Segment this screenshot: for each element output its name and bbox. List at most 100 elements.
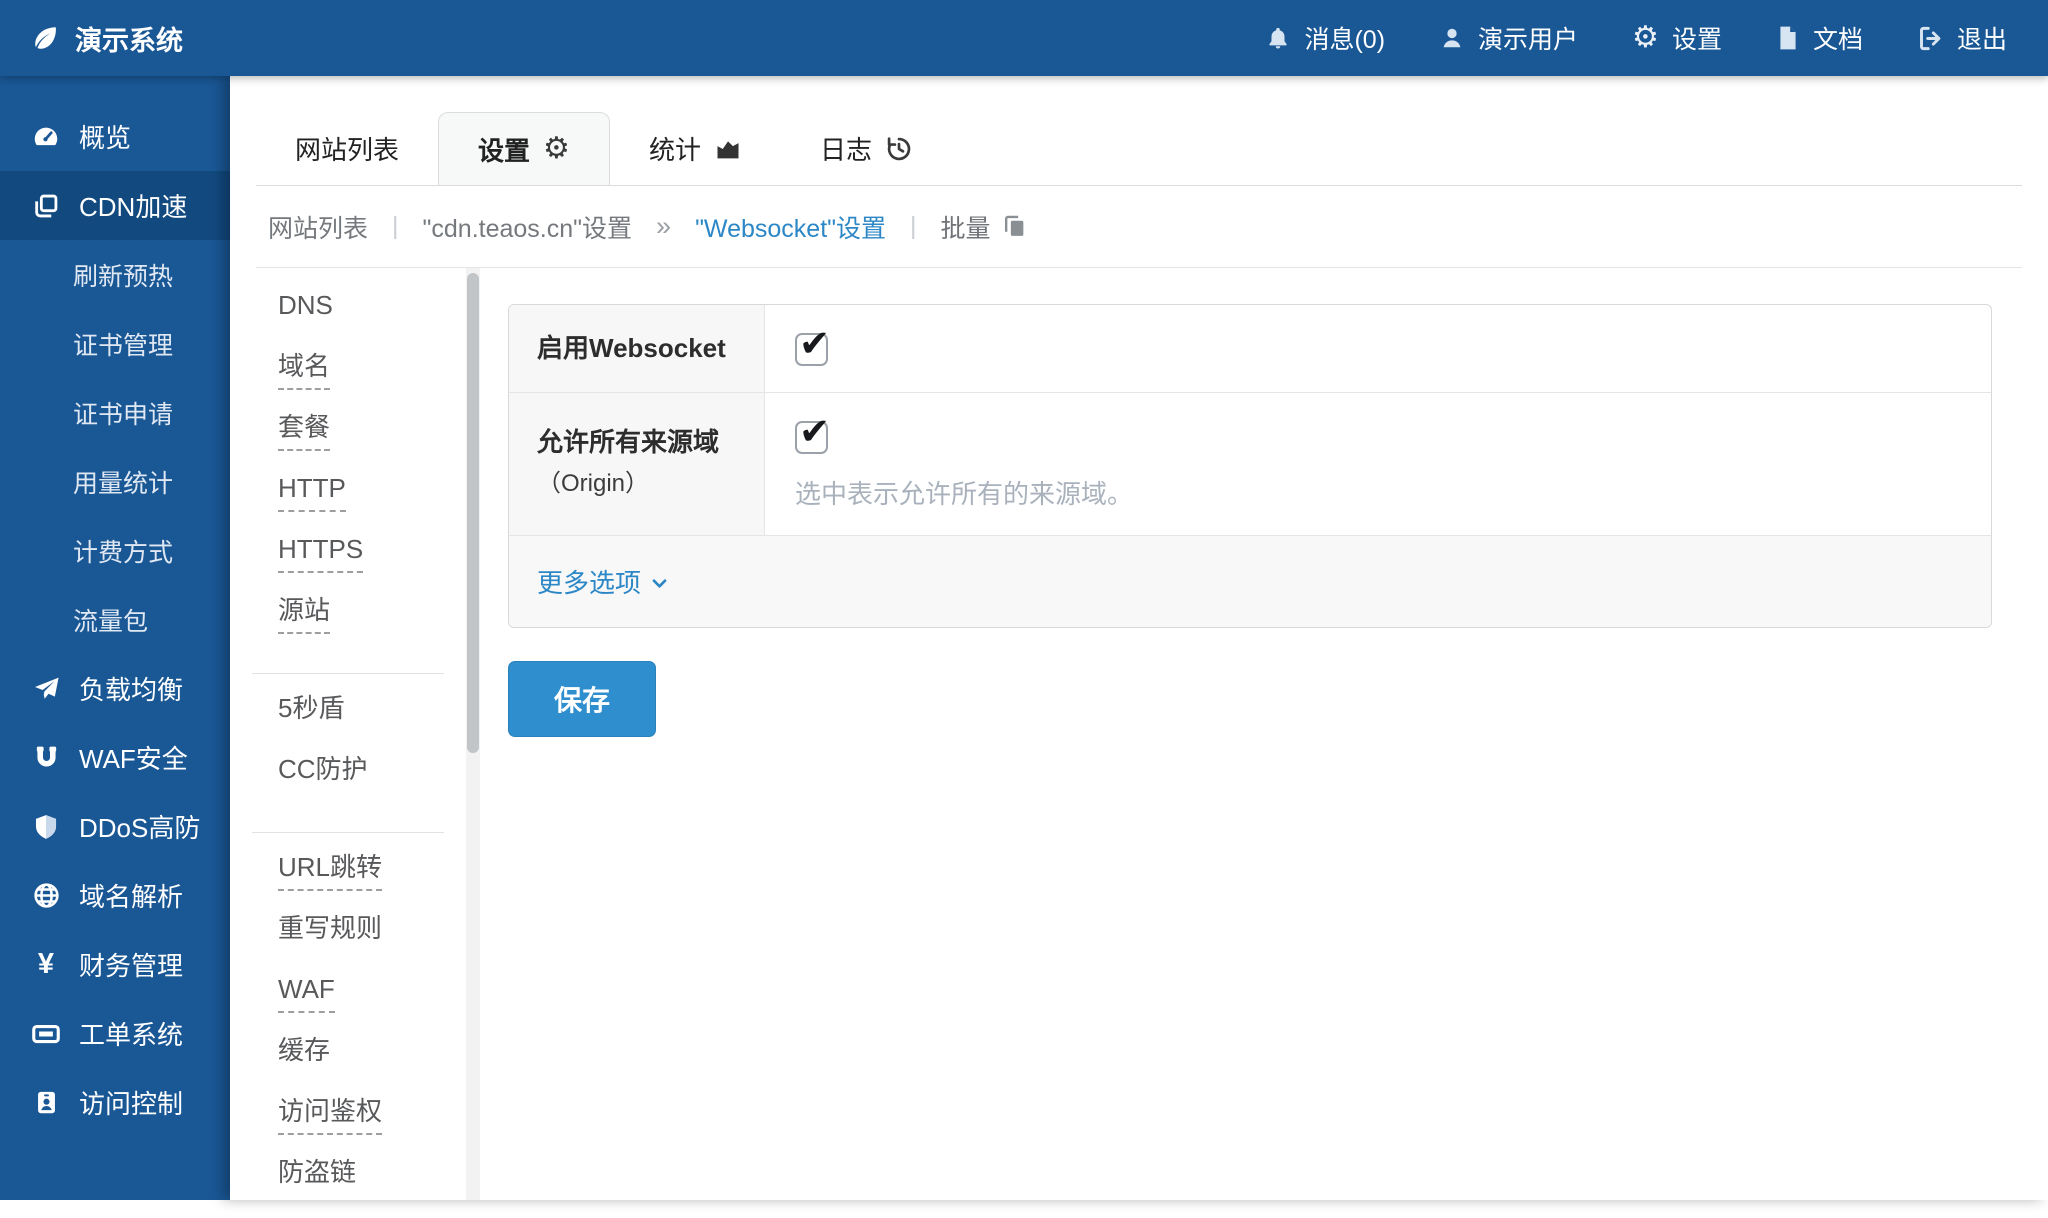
submenu-item-waf[interactable]: WAF <box>230 974 466 1035</box>
yen-icon: ¥ <box>30 948 62 981</box>
submenu-item-domain[interactable]: 域名 <box>230 351 466 412</box>
settings-menu-item[interactable]: ⚙ 设置 <box>1605 0 1749 76</box>
submenu-item-dns[interactable]: DNS <box>230 290 466 351</box>
messages-menu-item[interactable]: 消息(0) <box>1238 0 1412 76</box>
breadcrumb-current[interactable]: "Websocket"设置 <box>695 209 886 245</box>
sidebar-label: 用量统计 <box>73 464 173 500</box>
sidebar-item-dns-resolve[interactable]: 域名解析 <box>0 861 230 930</box>
sidebar-label: 访问控制 <box>79 1084 183 1121</box>
user-menu-item[interactable]: 演示用户 <box>1412 0 1605 76</box>
paper-plane-icon <box>30 674 62 703</box>
submenu-divider <box>252 673 444 674</box>
tab-label: 日志 <box>820 130 872 167</box>
sidebar-item-cert-apply[interactable]: 证书申请 <box>0 378 230 447</box>
scrollbar-thumb[interactable] <box>467 273 479 753</box>
sidebar-item-finance[interactable]: ¥ 财务管理 <box>0 930 230 999</box>
logout-label: 退出 <box>1957 20 2007 56</box>
sidebar-item-usage-stats[interactable]: 用量统计 <box>0 447 230 516</box>
tab-settings[interactable]: 设置 ⚙ <box>438 112 610 185</box>
scrollbar-track[interactable] <box>466 268 480 1200</box>
submenu-item-cache[interactable]: 缓存 <box>230 1035 466 1096</box>
sidebar-label: 工单系统 <box>79 1015 183 1052</box>
allow-all-origins-checkbox[interactable]: ✔ <box>795 421 828 454</box>
submenu-label: HTTP <box>278 473 346 512</box>
breadcrumb-site-list[interactable]: 网站列表 <box>268 209 368 245</box>
submenu-divider <box>252 832 444 833</box>
more-options-link[interactable]: 更多选项 <box>537 563 669 600</box>
sidebar-item-tickets[interactable]: 工单系统 <box>0 999 230 1068</box>
tab-stats[interactable]: 统计 <box>610 112 781 185</box>
enable-websocket-row: 启用Websocket ✔ <box>509 305 1991 393</box>
enable-websocket-checkbox[interactable]: ✔ <box>795 333 828 366</box>
main-split: 概览 CDN加速 刷新预热 证书管理 证书申请 用量统计 计费方式 流量包 负载… <box>0 76 2048 1200</box>
tab-logs[interactable]: 日志 <box>781 112 952 185</box>
submenu-item-url-redirect[interactable]: URL跳转 <box>230 852 466 913</box>
magnet-icon <box>30 743 62 772</box>
gear-icon: ⚙ <box>543 134 570 164</box>
enable-websocket-label: 启用Websocket <box>537 331 746 366</box>
submenu-item-origin[interactable]: 源站 <box>230 595 466 656</box>
submenu-item-hotlink-protect[interactable]: 防盗链 <box>230 1157 466 1218</box>
origin-hint-text: 选中表示允许所有的来源域。 <box>795 474 1961 511</box>
copy-icon <box>1002 214 1027 239</box>
breadcrumb-site-settings[interactable]: "cdn.teaos.cn"设置 <box>423 209 633 245</box>
submenu-item-http[interactable]: HTTP <box>230 473 466 534</box>
more-options-label: 更多选项 <box>537 563 641 600</box>
app-title: 演示系统 <box>75 19 183 58</box>
submenu-label: HTTPS <box>278 534 363 573</box>
submenu-label: 源站 <box>278 595 330 634</box>
submenu-label: WAF <box>278 974 335 1013</box>
sidebar-item-refresh-preheat[interactable]: 刷新预热 <box>0 240 230 309</box>
row-label: 允许所有来源域 （Origin） <box>509 393 765 535</box>
sidebar-item-overview[interactable]: 概览 <box>0 102 230 171</box>
submenu-item-5s-shield[interactable]: 5秒盾 <box>230 693 466 754</box>
sidebar-item-cdn[interactable]: CDN加速 <box>0 171 230 240</box>
docs-label: 文档 <box>1813 20 1863 56</box>
messages-label: 消息(0) <box>1304 20 1385 56</box>
brand[interactable]: 演示系统 <box>0 19 183 58</box>
submenu-label: 域名 <box>278 351 330 390</box>
sidebar-item-ddos[interactable]: DDoS高防 <box>0 792 230 861</box>
allow-all-origins-label: 允许所有来源域 <box>537 425 746 460</box>
sidebar-label: 计费方式 <box>73 533 173 569</box>
sidebar-item-load-balance[interactable]: 负载均衡 <box>0 654 230 723</box>
submenu-item-rewrite-rules[interactable]: 重写规则 <box>230 913 466 974</box>
submenu-label: 缓存 <box>278 1035 330 1072</box>
tab-site-list[interactable]: 网站列表 <box>256 112 438 185</box>
document-icon <box>1776 25 1800 51</box>
topbar-menu: 消息(0) 演示用户 ⚙ 设置 文档 <box>1238 0 2048 76</box>
logout-menu-item[interactable]: 退出 <box>1890 0 2034 76</box>
sidebar-item-waf[interactable]: WAF安全 <box>0 723 230 792</box>
sidebar-label: 证书管理 <box>73 326 173 362</box>
sidebar-item-access-control[interactable]: 访问控制 <box>0 1068 230 1137</box>
gauge-icon <box>30 122 62 152</box>
chevron-down-icon <box>650 574 669 593</box>
sidebar-label: 财务管理 <box>79 946 183 983</box>
docs-menu-item[interactable]: 文档 <box>1749 0 1890 76</box>
submenu-item-access-auth[interactable]: 访问鉴权 <box>230 1096 466 1157</box>
sidebar-label: 刷新预热 <box>73 257 173 293</box>
sidebar-label: DDoS高防 <box>79 808 200 845</box>
submenu-item-cc-protect[interactable]: CC防护 <box>230 754 466 815</box>
sidebar-item-traffic-package[interactable]: 流量包 <box>0 585 230 654</box>
submenu-item-https[interactable]: HTTPS <box>230 534 466 595</box>
checkmark-icon: ✔ <box>799 325 830 362</box>
breadcrumb-separator: | <box>910 212 917 241</box>
settings-submenu: DNS 域名 套餐 HTTP HTTPS 源站 5秒盾 CC防护 URL跳转 重… <box>230 268 466 1200</box>
submenu-label: 5秒盾 <box>278 693 344 730</box>
gear-icon: ⚙ <box>1632 23 1659 53</box>
user-label: 演示用户 <box>1478 20 1578 56</box>
content-area: 网站列表 设置 ⚙ 统计 日志 <box>230 76 2048 1200</box>
submenu-label: 防盗链 <box>278 1157 356 1194</box>
bell-icon <box>1265 25 1291 51</box>
save-button[interactable]: 保存 <box>508 661 656 737</box>
sidebar-item-cert-manage[interactable]: 证书管理 <box>0 309 230 378</box>
sidebar-item-billing-method[interactable]: 计费方式 <box>0 516 230 585</box>
submenu-label: DNS <box>278 290 333 327</box>
sidebar-label: CDN加速 <box>79 187 187 224</box>
submenu-label: URL跳转 <box>278 852 382 891</box>
submenu-item-plan[interactable]: 套餐 <box>230 412 466 473</box>
sidebar-label: 流量包 <box>73 602 148 638</box>
batch-button[interactable]: 批量 <box>941 209 1027 245</box>
tab-label: 网站列表 <box>295 130 399 167</box>
